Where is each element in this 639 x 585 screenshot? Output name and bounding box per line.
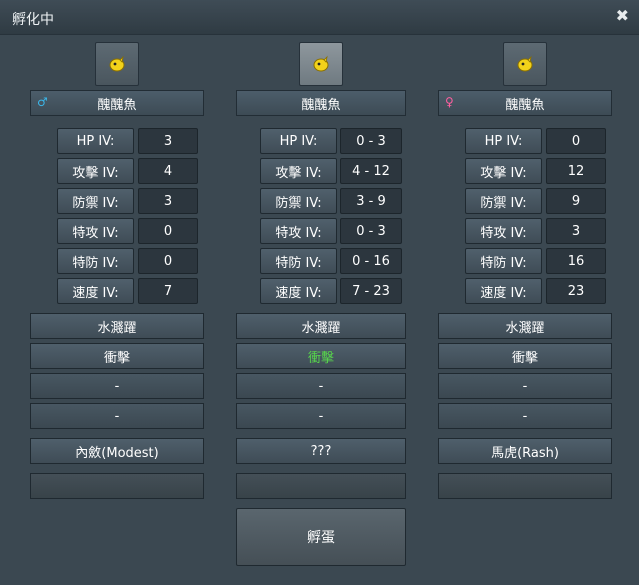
- stat-label-attack: 攻擊 IV:: [465, 158, 542, 184]
- stat-label-hp: HP IV:: [57, 128, 134, 154]
- stat-label-sp-attack: 特攻 IV:: [57, 218, 134, 244]
- pokemon-name-bar: ♀ 醜醜魚: [438, 90, 612, 116]
- stat-value-hp: 0: [546, 128, 606, 154]
- stat-value-speed: 7: [138, 278, 198, 304]
- move-slot-3: -: [236, 373, 406, 399]
- move-slot-4: -: [236, 403, 406, 429]
- extra-field: [30, 473, 204, 499]
- stat-label-sp-attack: 特攻 IV:: [260, 218, 337, 244]
- stat-label-speed: 速度 IV:: [260, 278, 337, 304]
- move-slot-2: 衝擊: [30, 343, 204, 369]
- stat-value-defense: 9: [546, 188, 606, 214]
- nature-field: ???: [236, 438, 406, 464]
- stat-value-speed: 7 - 23: [340, 278, 402, 304]
- egg-slot-center[interactable]: [299, 42, 343, 86]
- stat-label-sp-attack: 特攻 IV:: [465, 218, 542, 244]
- move-slot-2: 衝擊: [438, 343, 612, 369]
- stat-label-defense: 防禦 IV:: [465, 188, 542, 214]
- move-slot-1: 水濺躍: [30, 313, 204, 339]
- stat-value-sp-defense: 0: [138, 248, 198, 274]
- magikarp-icon: [517, 55, 533, 72]
- stat-label-speed: 速度 IV:: [465, 278, 542, 304]
- pokemon-name-bar: ♂ 醜醜魚: [30, 90, 204, 116]
- move-slot-4: -: [438, 403, 612, 429]
- nature-field: 內斂(Modest): [30, 438, 204, 464]
- stat-value-defense: 3 - 9: [340, 188, 402, 214]
- magikarp-icon: [313, 55, 329, 72]
- hatching-window: 孵化中 ✖ ♂ 醜醜魚 HP IV: 3 攻擊 IV: 4 防禦 IV: 3 特…: [0, 0, 639, 585]
- female-icon: ♀: [445, 95, 454, 109]
- pokemon-name: 醜醜魚: [301, 97, 341, 113]
- title-bar[interactable]: 孵化中 ✖: [0, 0, 639, 35]
- move-slot-3: -: [30, 373, 204, 399]
- nature-field: 馬虎(Rash): [438, 438, 612, 464]
- stat-label-attack: 攻擊 IV:: [260, 158, 337, 184]
- move-slot-3: -: [438, 373, 612, 399]
- stat-label-sp-defense: 特防 IV:: [465, 248, 542, 274]
- stat-value-attack: 12: [546, 158, 606, 184]
- egg-slot-right[interactable]: [503, 42, 547, 86]
- pokemon-name-bar: 醜醜魚: [236, 90, 406, 116]
- stat-label-speed: 速度 IV:: [57, 278, 134, 304]
- move-slot-1: 水濺躍: [236, 313, 406, 339]
- stat-value-attack: 4 - 12: [340, 158, 402, 184]
- egg-slot-left[interactable]: [95, 42, 139, 86]
- move-slot-2-inherited: 衝擊: [236, 343, 406, 369]
- stat-label-sp-defense: 特防 IV:: [57, 248, 134, 274]
- hatch-button[interactable]: 孵蛋: [236, 508, 406, 566]
- stat-label-sp-defense: 特防 IV:: [260, 248, 337, 274]
- stat-label-attack: 攻擊 IV:: [57, 158, 134, 184]
- male-icon: ♂: [37, 95, 48, 109]
- stat-value-sp-attack: 0: [138, 218, 198, 244]
- stat-value-sp-defense: 0 - 16: [340, 248, 402, 274]
- magikarp-icon: [109, 55, 125, 72]
- stat-value-hp: 3: [138, 128, 198, 154]
- stat-value-sp-attack: 3: [546, 218, 606, 244]
- close-icon[interactable]: ✖: [616, 6, 629, 25]
- move-slot-1: 水濺躍: [438, 313, 612, 339]
- stat-value-sp-defense: 16: [546, 248, 606, 274]
- stat-value-sp-attack: 0 - 3: [340, 218, 402, 244]
- stat-value-attack: 4: [138, 158, 198, 184]
- extra-field: [236, 473, 406, 499]
- stat-label-hp: HP IV:: [465, 128, 542, 154]
- stat-label-hp: HP IV:: [260, 128, 337, 154]
- pokemon-name: 醜醜魚: [505, 97, 545, 113]
- stat-value-defense: 3: [138, 188, 198, 214]
- pokemon-name: 醜醜魚: [97, 97, 137, 113]
- stat-value-hp: 0 - 3: [340, 128, 402, 154]
- window-title: 孵化中: [12, 12, 54, 28]
- extra-field: [438, 473, 612, 499]
- stat-value-speed: 23: [546, 278, 606, 304]
- stat-label-defense: 防禦 IV:: [260, 188, 337, 214]
- move-slot-4: -: [30, 403, 204, 429]
- stat-label-defense: 防禦 IV:: [57, 188, 134, 214]
